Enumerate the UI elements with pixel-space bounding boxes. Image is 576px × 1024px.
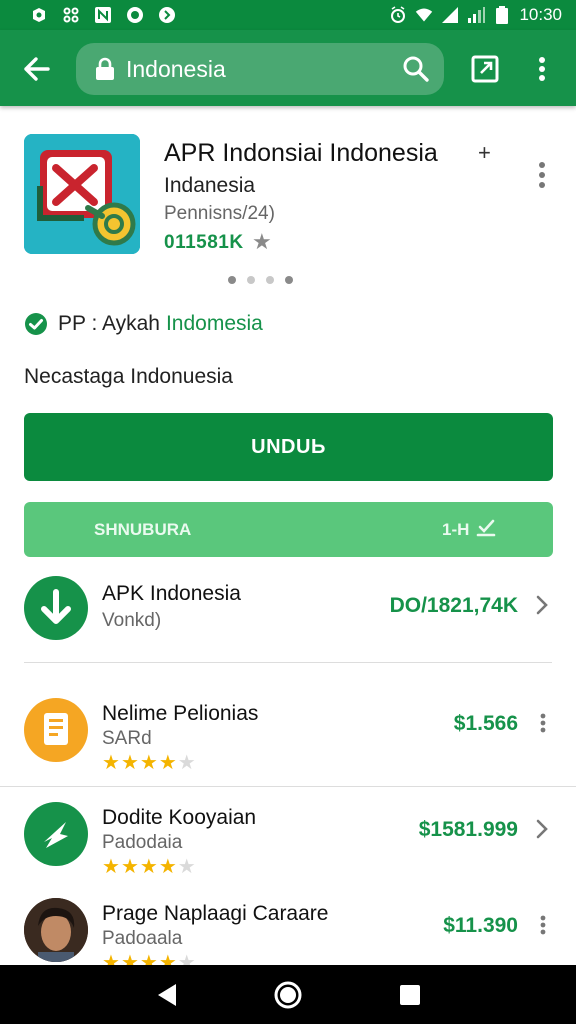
app-subtitle: Necastaga Indonuesia (24, 365, 233, 388)
star-icon: ★ (252, 229, 272, 254)
page-dot (228, 276, 236, 284)
star-filled-icon: ★ (158, 752, 177, 774)
list-item[interactable]: Nelime Pelionias SARd ★ ★ ★ ★ ★ $1.566 (0, 690, 576, 786)
secondary-button-label: SНNUBURA (94, 520, 192, 539)
navigation-icon (24, 802, 88, 866)
list-item-title: APK Indonesia (102, 582, 241, 605)
more-vert-icon[interactable] (538, 712, 548, 734)
list-item-subtitle: SARd (102, 728, 152, 749)
download-icon (24, 576, 88, 640)
signal-icon (441, 6, 459, 24)
secondary-button-value: 1-H (442, 519, 496, 540)
overflow-menu-button[interactable] (530, 52, 554, 86)
page-dot (266, 276, 274, 284)
app-bar: Indonesia (0, 30, 576, 106)
document-icon (24, 698, 88, 762)
list-item-title: Nelime Pelionias (102, 702, 259, 725)
list-item-subtitle: Vonkd) (102, 610, 162, 631)
tab-switcher-button[interactable] (470, 54, 500, 84)
status-time: 10:30 (519, 5, 562, 24)
page-dot (247, 276, 255, 284)
page-dot (285, 276, 293, 284)
search-icon[interactable] (402, 55, 430, 83)
notification-icon (30, 6, 48, 24)
list-item-subtitle: Padoaala (102, 928, 183, 949)
arrow-left-icon (24, 57, 50, 81)
star-filled-icon: ★ (102, 856, 120, 878)
developer-name[interactable]: Indanesia (164, 174, 255, 198)
shazam-icon (158, 6, 176, 24)
search-input[interactable]: Indonesia (76, 43, 444, 95)
download-button[interactable]: UNDUЬ (24, 413, 553, 481)
list-item-price: $1.566 (453, 712, 518, 735)
star-empty-icon: ★ (177, 752, 196, 774)
app-logo (24, 134, 140, 254)
verified-check-icon (25, 313, 47, 335)
list-item[interactable]: Prage Naplaagi Caraare Padoaala ★ ★ ★ ★ ★ $1… (0, 892, 576, 965)
status-bar: 10:30 (0, 0, 576, 30)
alarm-icon (389, 6, 407, 24)
camera-icon (126, 6, 144, 24)
edit-icon (476, 519, 496, 537)
star-filled-icon: ★ (139, 952, 158, 965)
more-vert-icon (539, 57, 545, 81)
lock-icon (96, 57, 114, 80)
list-item-title: Dodite Kooyaian (102, 806, 257, 829)
list-item-price: $11.390 (443, 914, 518, 937)
avatar (24, 898, 88, 962)
star-filled-icon: ★ (120, 856, 139, 878)
nav-home-icon[interactable] (272, 979, 304, 1011)
page-indicator (228, 276, 293, 284)
open-tab-icon (471, 55, 499, 83)
star-empty-icon: ★ (177, 856, 196, 878)
more-vert-icon[interactable] (538, 914, 548, 936)
list-item-price: DO/1821,74K (389, 594, 518, 617)
divider (0, 786, 576, 787)
star-filled-icon: ★ (158, 952, 177, 965)
star-filled-icon: ★ (120, 752, 139, 774)
star-empty-icon: ★ (177, 952, 196, 965)
download-count: 011581K (164, 232, 244, 253)
verified-link[interactable]: Indomesia (166, 312, 263, 336)
star-filled-icon: ★ (139, 752, 158, 774)
rating-stars: ★ ★ ★ ★ ★ (102, 950, 196, 965)
app-title: APR Indonsiai Indonesia (164, 139, 438, 167)
nav-back-icon[interactable] (152, 979, 184, 1011)
signal-weak-icon (467, 6, 486, 24)
app-icon (94, 6, 112, 24)
back-button[interactable] (20, 52, 54, 86)
star-filled-icon: ★ (139, 856, 158, 878)
list-item[interactable]: Dodite Kooyaian Padodaia ★ ★ ★ ★ ★ $1581.999 (0, 796, 576, 892)
list-item-subtitle: Padodaia (102, 832, 183, 853)
star-filled-icon: ★ (102, 752, 120, 774)
app-menu-button[interactable] (532, 158, 552, 192)
secondary-value-text: 1-H (442, 520, 470, 539)
list-item[interactable]: APK Indonesia Vonkd) DO/1821,74K (0, 572, 576, 662)
star-filled-icon: ★ (102, 952, 120, 965)
more-vert-icon (539, 162, 545, 188)
usb-icon (62, 6, 80, 24)
battery-icon (493, 6, 511, 24)
rating-stars: ★ ★ ★ ★ ★ (102, 750, 196, 775)
system-nav-bar (0, 965, 576, 1024)
verified-row: PP : Aykah Indomesia (24, 312, 263, 336)
rating-stars: ★ ★ ★ ★ ★ (102, 854, 196, 879)
search-text: Indonesia (126, 55, 226, 82)
sparkle-icon: + (478, 140, 491, 165)
verified-label: PP : Aykah (58, 312, 160, 335)
nav-recents-icon[interactable] (394, 979, 426, 1011)
chevron-right-icon[interactable] (534, 818, 550, 840)
star-filled-icon: ★ (158, 856, 177, 878)
star-filled-icon: ★ (120, 952, 139, 965)
list-item-title: Prage Naplaagi Caraare (102, 902, 329, 925)
secondary-button[interactable]: SНNUBURA 1-H (24, 502, 553, 557)
chevron-right-icon[interactable] (534, 594, 550, 616)
list-item-price: $1581.999 (418, 818, 518, 841)
wifi-icon (415, 6, 433, 24)
divider (24, 662, 552, 663)
app-version: Pennisns/24) (164, 203, 275, 224)
